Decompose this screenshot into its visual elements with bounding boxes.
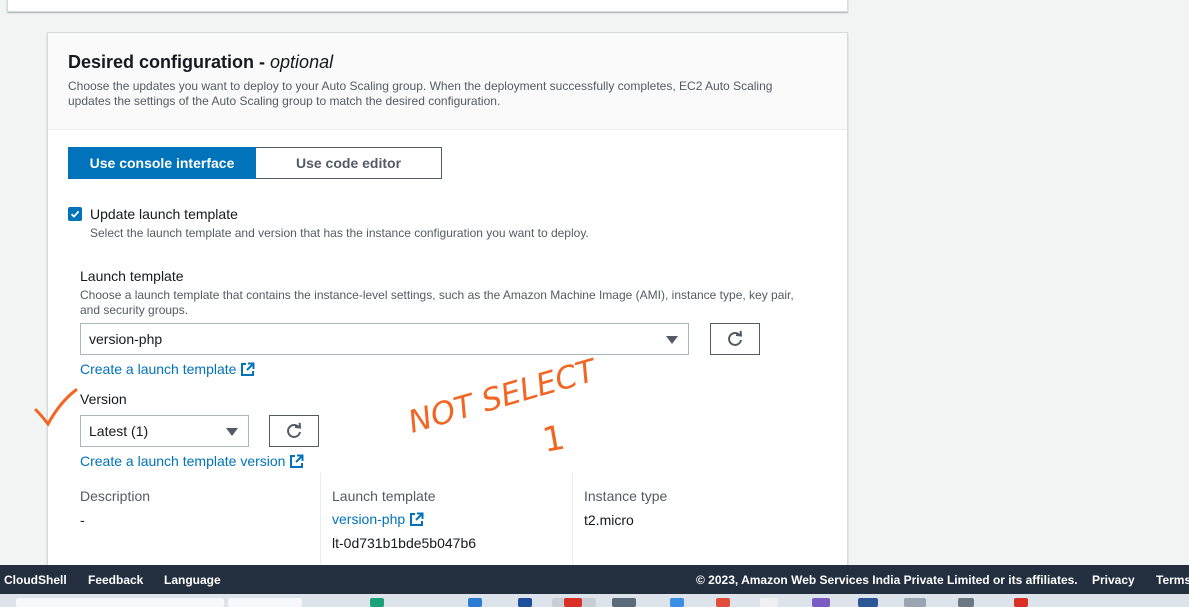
feedback-link[interactable]: Feedback: [88, 573, 143, 587]
checkmark-icon: [70, 210, 80, 218]
refresh-versions-button[interactable]: [269, 415, 319, 447]
detail-launch-template-label: Launch template: [332, 488, 436, 504]
panel-title: Desired configuration - optional: [68, 52, 333, 73]
refresh-icon: [287, 422, 302, 438]
instance-type-label: Instance type: [584, 488, 668, 504]
detail-launch-template-link[interactable]: version-php: [332, 511, 424, 527]
refresh-icon: [728, 330, 743, 346]
panel-description: Choose the updates you want to deploy to…: [68, 79, 773, 108]
taskbar-app-icon[interactable]: [812, 598, 830, 607]
panel-title-optional: optional: [270, 52, 334, 72]
detail-launch-template-id: lt-0d731b1bde5b047b6: [332, 535, 477, 551]
external-link-icon: [241, 362, 255, 376]
external-link-icon: [290, 454, 304, 468]
version-selected-value: Latest (1): [89, 423, 149, 439]
desired-configuration-panel: Desired configuration - optional Choose …: [47, 32, 848, 593]
panel-header: Desired configuration - optional Choose …: [48, 33, 847, 130]
taskbar-app-icon[interactable]: [670, 598, 684, 607]
taskbar-app-icon[interactable]: [518, 598, 532, 607]
taskbar-item[interactable]: [228, 598, 302, 607]
copyright-text: © 2023, Amazon Web Services India Privat…: [696, 573, 1078, 587]
taskbar-app-icon[interactable]: [612, 598, 636, 607]
console-footer: CloudShell Feedback Language © 2023, Ama…: [0, 565, 1189, 594]
panel-title-text: Desired configuration -: [68, 52, 271, 72]
create-launch-template-link-text: Create a launch template: [80, 361, 237, 377]
taskbar-app-icon[interactable]: [468, 598, 482, 607]
taskbar-app-icon[interactable]: [858, 598, 878, 607]
previous-section-card: [7, 0, 848, 12]
external-link-icon: [410, 512, 424, 526]
chrome-icon[interactable]: [564, 598, 582, 607]
instance-type-value: t2.micro: [584, 512, 634, 528]
launch-template-select[interactable]: version-php: [80, 323, 689, 355]
caret-down-icon: [666, 336, 678, 344]
create-launch-template-link[interactable]: Create a launch template: [80, 361, 255, 377]
cloudshell-link[interactable]: CloudShell: [4, 573, 67, 587]
privacy-link[interactable]: Privacy: [1092, 573, 1135, 587]
taskbar-app-icon[interactable]: [958, 598, 974, 607]
description-label: Description: [80, 488, 151, 504]
version-label: Version: [80, 391, 127, 407]
use-console-interface-button[interactable]: Use console interface: [68, 147, 256, 179]
caret-down-icon: [226, 428, 238, 436]
use-code-editor-button[interactable]: Use code editor: [256, 147, 442, 179]
mode-toggle: Use console interface Use code editor: [68, 147, 442, 179]
refresh-launch-templates-button[interactable]: [710, 323, 760, 355]
taskbar-app-icon[interactable]: [1014, 598, 1028, 607]
language-link[interactable]: Language: [164, 573, 221, 587]
update-launch-template-description: Select the launch template and version t…: [90, 226, 589, 240]
description-value: -: [80, 512, 85, 528]
create-launch-template-version-link-text: Create a launch template version: [80, 453, 286, 469]
taskbar-app-icon[interactable]: [904, 598, 926, 607]
os-taskbar: [0, 594, 1189, 607]
detail-launch-template-link-text: version-php: [332, 511, 406, 527]
launch-template-description: Choose a launch template that contains t…: [80, 288, 794, 317]
update-launch-template-label[interactable]: Update launch template: [90, 206, 238, 222]
taskbar-search-box[interactable]: [16, 598, 224, 607]
taskbar-app-icon[interactable]: [760, 598, 778, 607]
taskbar-app-icon[interactable]: [716, 598, 730, 607]
terms-link[interactable]: Terms: [1156, 573, 1189, 587]
update-launch-template-checkbox[interactable]: [68, 207, 82, 221]
taskbar-app-icon[interactable]: [370, 598, 384, 607]
version-select[interactable]: Latest (1): [80, 415, 249, 447]
create-launch-template-version-link[interactable]: Create a launch template version: [80, 453, 304, 469]
launch-template-label: Launch template: [80, 268, 184, 284]
launch-template-selected-value: version-php: [89, 331, 163, 347]
